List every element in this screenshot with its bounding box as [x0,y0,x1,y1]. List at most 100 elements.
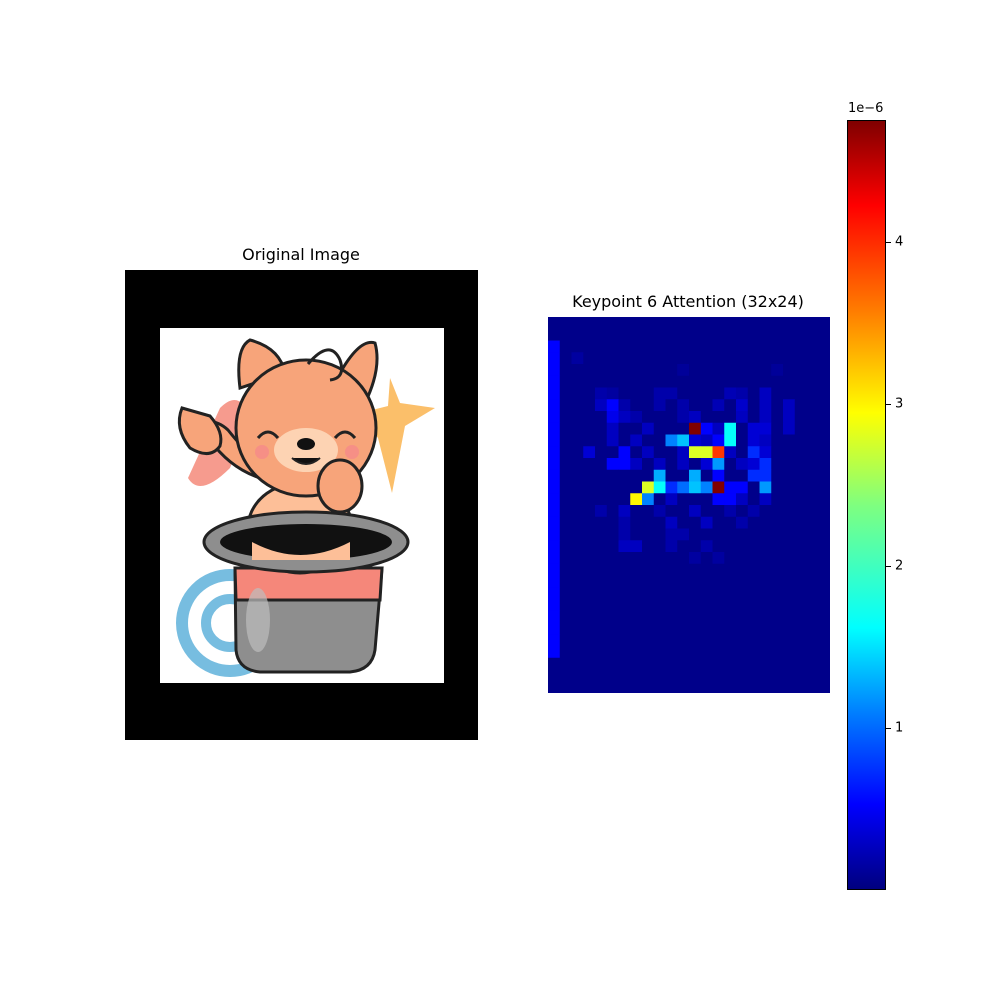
heatmap-cell [794,446,807,459]
heatmap-cell [677,516,690,529]
heatmap-cell [677,469,690,482]
heatmap-cell [794,422,807,435]
heatmap-cell [689,646,702,659]
heatmap-cell [642,552,655,565]
heatmap-cell [818,375,830,388]
heatmap-cell [806,575,819,588]
heatmap-cell [771,364,784,377]
heatmap-cell [548,634,561,647]
heatmap-cell [783,681,796,693]
heatmap-cell [712,352,725,365]
heatmap-cell [677,563,690,576]
heatmap-cell [606,610,619,623]
heatmap-cell [712,411,725,424]
heatmap-cell [724,422,737,435]
heatmap-cell [806,422,819,435]
heatmap-cell [747,493,760,506]
heatmap-cell [794,681,807,693]
heatmap-cell [783,446,796,459]
heatmap-cell [630,528,643,541]
heatmap-cell [665,481,678,494]
heatmap-cell [689,411,702,424]
heatmap-cell [677,599,690,612]
heatmap-cell [689,375,702,388]
heatmap-cell [794,599,807,612]
heatmap-cell [571,422,584,435]
heatmap-cell [653,540,666,553]
heatmap-cell [559,563,572,576]
heatmap-cell [618,681,631,693]
heatmap-cell [595,399,608,412]
heatmap-cell [665,458,678,471]
heatmap-cell [618,634,631,647]
heatmap-cell [712,434,725,447]
heatmap-cell [759,575,772,588]
heatmap-cell [653,328,666,341]
heatmap-cell [771,469,784,482]
heatmap-cell [712,563,725,576]
heatmap-cell [712,364,725,377]
heatmap-cell [583,446,596,459]
heatmap-cell [677,634,690,647]
heatmap-cell [700,493,713,506]
heatmap-cell [700,528,713,541]
heatmap-cell [630,434,643,447]
heatmap-cell [724,681,737,693]
heatmap-cell [747,317,760,330]
heatmap-cell [794,575,807,588]
heatmap-cell [783,505,796,518]
heatmap-cell [618,446,631,459]
heatmap-cell [736,657,749,670]
heatmap-cell [583,375,596,388]
heatmap-cell [595,587,608,600]
heatmap-cell [747,540,760,553]
heatmap-cell [606,328,619,341]
heatmap-cell [736,411,749,424]
heatmap-cell [595,646,608,659]
heatmap-cell [736,552,749,565]
heatmap-cell [642,681,655,693]
heatmap-cell [806,364,819,377]
heatmap-cell [818,610,830,623]
heatmap-cell [771,575,784,588]
heatmap-cell [689,387,702,400]
heatmap-cell [595,375,608,388]
heatmap-cell [595,657,608,670]
heatmap-cell [548,646,561,659]
heatmap-cell [630,657,643,670]
heatmap-cell [630,516,643,529]
heatmap-cell [783,422,796,435]
heatmap-cell [818,340,830,353]
heatmap-cell [642,599,655,612]
heatmap-cell [559,505,572,518]
heatmap-cell [689,516,702,529]
heatmap-cell [606,422,619,435]
heatmap-cell [642,622,655,635]
heatmap-cell [783,399,796,412]
heatmap-cell [606,375,619,388]
heatmap-cell [571,634,584,647]
heatmap-cell [559,458,572,471]
heatmap-cell [548,469,561,482]
heatmap-cell [606,481,619,494]
heatmap-cell [559,669,572,682]
heatmap-cell [595,434,608,447]
heatmap-cell [606,458,619,471]
heatmap-cell [583,657,596,670]
heatmap-cell [642,481,655,494]
heatmap-cell [653,422,666,435]
heatmap-cell [771,411,784,424]
heatmap-cell [747,563,760,576]
heatmap-cell [747,411,760,424]
heatmap-cell [724,458,737,471]
heatmap-cell [700,481,713,494]
heatmap-cell [771,646,784,659]
heatmap-cell [747,599,760,612]
heatmap-cell [665,505,678,518]
heatmap-cell [677,505,690,518]
heatmap-cell [571,387,584,400]
heatmap-cell [548,352,561,365]
heatmap-cell [630,375,643,388]
heatmap-cell [630,317,643,330]
heatmap-cell [747,622,760,635]
